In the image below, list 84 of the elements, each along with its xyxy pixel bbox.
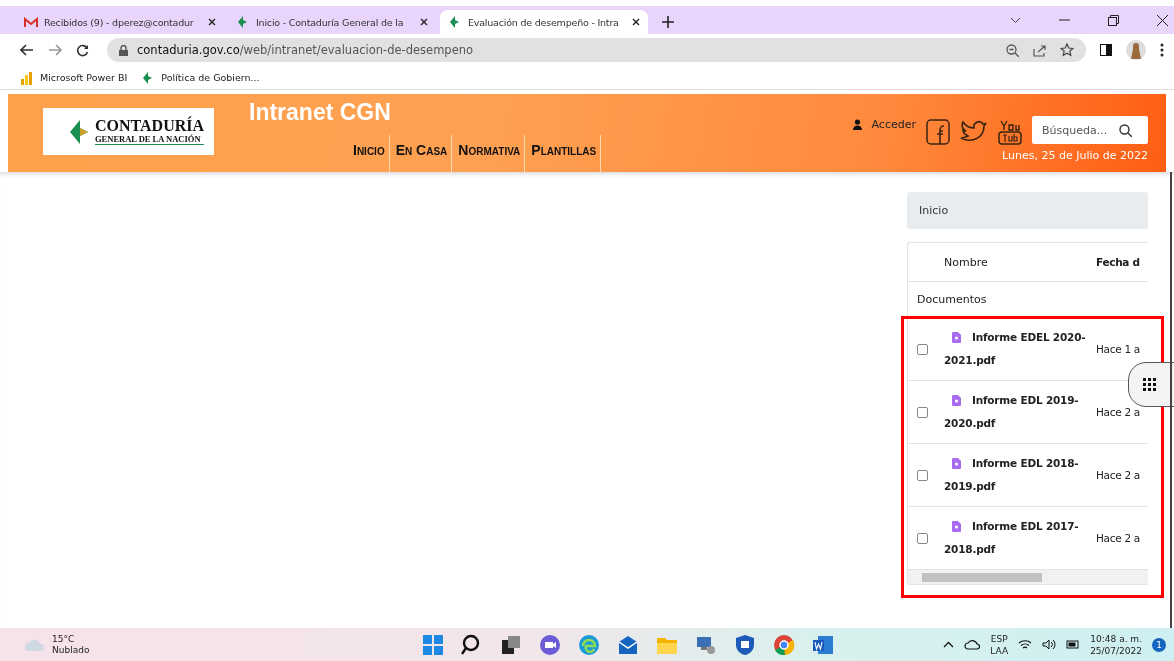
facebook-icon[interactable] bbox=[926, 119, 950, 145]
table-cell-text: Hace 2 a bbox=[1096, 532, 1141, 544]
browser-tab[interactable]: Evaluación de desempeño - Intra bbox=[440, 10, 648, 34]
clock[interactable]: 10:48 a. m. 25/07/2022 bbox=[1090, 632, 1142, 657]
mail-icon[interactable] bbox=[617, 633, 639, 656]
wifi-icon[interactable] bbox=[1018, 639, 1033, 650]
logo-subtitle: GENERAL DE LA NACIÓN bbox=[95, 134, 202, 144]
bookmark-link[interactable]: Política de Gobiern... bbox=[141, 70, 260, 85]
nav-link[interactable]: Inicio bbox=[347, 135, 390, 172]
battery-icon[interactable] bbox=[1066, 639, 1081, 650]
reload-icon[interactable] bbox=[76, 43, 89, 57]
start-icon[interactable] bbox=[422, 633, 444, 656]
lock-icon bbox=[119, 44, 128, 56]
table-cell-text: Hace 1 a bbox=[1096, 343, 1141, 355]
back-arrow-icon[interactable] bbox=[20, 44, 34, 56]
checkbox[interactable] bbox=[917, 343, 928, 355]
grid-icon bbox=[1143, 378, 1156, 391]
language-indicator[interactable]: ESP LAA bbox=[990, 632, 1009, 657]
task-view-icon[interactable] bbox=[500, 633, 522, 656]
file-link[interactable]: Informe EDEL 2020-2021.pdf bbox=[944, 326, 1096, 372]
word-icon[interactable] bbox=[812, 633, 834, 656]
share-icon[interactable] bbox=[1033, 43, 1046, 57]
notification-badge[interactable]: 1 bbox=[1152, 637, 1166, 652]
section-label: Documentos bbox=[908, 282, 1148, 318]
file-icon bbox=[952, 521, 961, 532]
browser-tab[interactable]: Inicio - Contaduría General de la bbox=[228, 10, 436, 34]
file-icon bbox=[952, 458, 961, 469]
nav-link[interactable]: Normativa bbox=[452, 135, 526, 172]
browser-icon[interactable] bbox=[578, 633, 600, 656]
column-header[interactable]: Fecha d bbox=[1096, 256, 1148, 268]
bar-chart-icon bbox=[20, 70, 34, 85]
chrome-icon[interactable] bbox=[773, 633, 795, 656]
restore-icon[interactable] bbox=[1108, 14, 1119, 26]
close-icon[interactable] bbox=[420, 18, 428, 26]
chevron-up-icon[interactable] bbox=[943, 641, 955, 648]
horizontal-scrollbar[interactable] bbox=[908, 570, 1148, 584]
close-icon[interactable] bbox=[1157, 14, 1168, 26]
file-link[interactable]: Informe EDL 2018-2019.pdf bbox=[944, 452, 1096, 498]
search-field[interactable]: Búsqueda... bbox=[1032, 116, 1148, 144]
cloud-icon bbox=[24, 637, 46, 652]
bookmark-link[interactable]: Microsoft Power BI bbox=[20, 70, 128, 85]
file-link[interactable]: Informe EDL 2019-2020.pdf bbox=[944, 389, 1096, 435]
mail-icon bbox=[24, 16, 38, 28]
nav-link[interactable]: Plantillas bbox=[525, 135, 602, 172]
user-icon bbox=[852, 119, 862, 130]
login-link[interactable]: Acceder bbox=[852, 118, 916, 131]
checkbox[interactable] bbox=[917, 469, 928, 481]
video-channel-icon[interactable] bbox=[998, 119, 1022, 145]
plus-icon[interactable] bbox=[662, 16, 674, 28]
video-call-icon[interactable] bbox=[539, 633, 561, 656]
apps-button[interactable] bbox=[1128, 362, 1174, 407]
temperature-text: 15°C bbox=[52, 633, 76, 645]
address-field[interactable]: contaduria.gov.co/web/intranet/evaluacion-de-desempeno bbox=[107, 38, 1086, 62]
table-cell-text: Hace 2 a bbox=[1096, 406, 1141, 418]
cloud-icon[interactable] bbox=[964, 639, 981, 650]
checkbox[interactable] bbox=[917, 406, 928, 418]
url-text: contaduria.gov.co/web/intranet/evaluacion-de-desempeno bbox=[137, 43, 474, 57]
chevron-down-icon[interactable] bbox=[1010, 16, 1021, 24]
star-icon[interactable] bbox=[1060, 43, 1074, 57]
avatar-icon[interactable] bbox=[1126, 40, 1146, 60]
nav-link[interactable]: En Casa bbox=[389, 135, 453, 172]
forward-arrow-icon[interactable] bbox=[48, 44, 62, 56]
logo-title: CONTADURÍA bbox=[95, 118, 205, 135]
bird-icon[interactable] bbox=[960, 119, 988, 143]
file-icon bbox=[952, 395, 961, 406]
vertical-scrollbar[interactable] bbox=[1170, 172, 1172, 628]
side-panel-icon[interactable] bbox=[1100, 44, 1112, 56]
shield-icon[interactable] bbox=[734, 633, 756, 656]
file-icon bbox=[952, 332, 961, 343]
date-text: Lunes, 25 de Julio de 2022 bbox=[1002, 149, 1148, 162]
weather-text: Nublado bbox=[52, 644, 90, 656]
close-icon[interactable] bbox=[632, 18, 640, 26]
close-icon[interactable] bbox=[208, 18, 216, 26]
checkbox[interactable] bbox=[917, 532, 928, 544]
column-header[interactable]: Nombre bbox=[944, 255, 1096, 269]
file-link[interactable]: Informe EDL 2017-2018.pdf bbox=[944, 515, 1096, 561]
site-title: Intranet CGN bbox=[249, 99, 392, 127]
breadcrumb[interactable]: Inicio bbox=[907, 192, 1148, 229]
more-icon[interactable] bbox=[1160, 43, 1164, 57]
zoom-out-icon[interactable] bbox=[1006, 43, 1019, 57]
table-cell-text: Hace 2 a bbox=[1096, 469, 1141, 481]
browser-tab[interactable]: Recibidos (9) - dperez@contadur bbox=[16, 10, 224, 34]
speaker-icon[interactable] bbox=[1042, 639, 1057, 650]
search-icon[interactable] bbox=[1119, 124, 1132, 137]
